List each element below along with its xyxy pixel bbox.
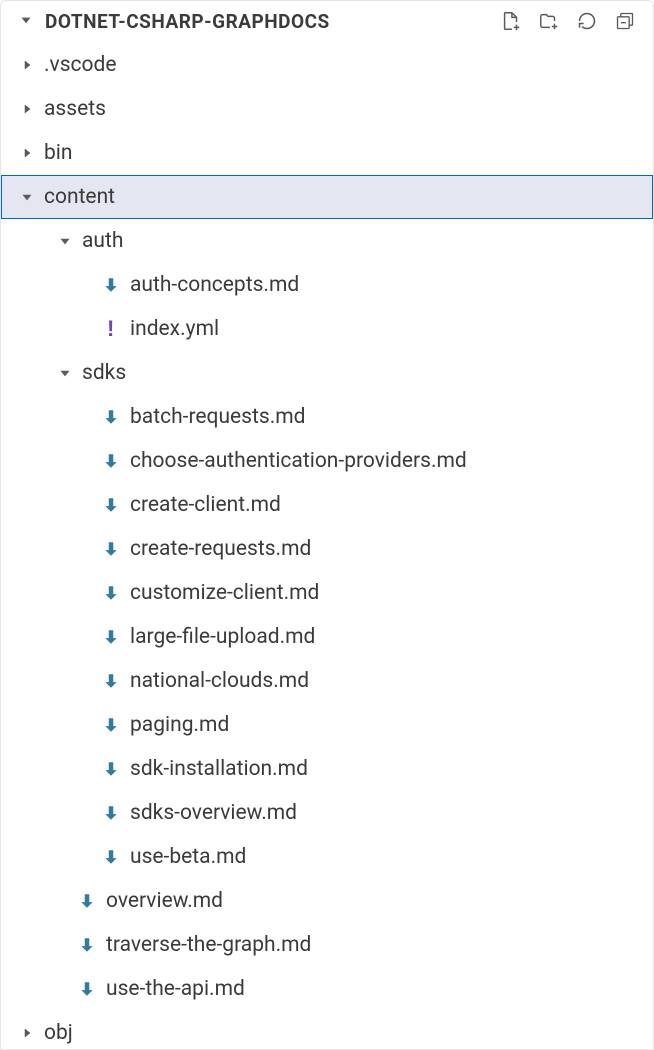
file-label: traverse-the-graph.md <box>106 933 311 957</box>
file-explorer: DOTNET-CSHARP-GRAPHDOCS .vscode assets bin… <box>0 0 654 1050</box>
file-row[interactable]: sdks-overview.md <box>1 791 653 835</box>
md-file-icon <box>100 802 122 824</box>
file-row[interactable]: overview.md <box>1 879 653 923</box>
file-label: sdk-installation.md <box>130 757 308 781</box>
folder-row[interactable]: bin <box>1 131 653 175</box>
file-row[interactable]: ! index.yml <box>1 307 653 351</box>
file-label: choose-authentication-providers.md <box>130 449 467 473</box>
yml-file-icon: ! <box>100 318 122 340</box>
explorer-header: DOTNET-CSHARP-GRAPHDOCS <box>1 1 653 41</box>
folder-row[interactable]: sdks <box>1 351 653 395</box>
file-row[interactable]: create-client.md <box>1 483 653 527</box>
md-file-icon <box>100 626 122 648</box>
md-file-icon <box>100 450 122 472</box>
file-label: index.yml <box>130 317 219 341</box>
folder-row[interactable]: .vscode <box>1 43 653 87</box>
chevron-down-icon[interactable] <box>15 10 37 32</box>
md-file-icon <box>100 274 122 296</box>
md-file-icon <box>100 406 122 428</box>
file-label: create-client.md <box>130 493 281 517</box>
file-label: use-beta.md <box>130 845 246 869</box>
new-file-icon[interactable] <box>499 9 523 33</box>
md-file-icon <box>76 978 98 1000</box>
md-file-icon <box>100 758 122 780</box>
file-row[interactable]: customize-client.md <box>1 571 653 615</box>
folder-label: assets <box>38 97 106 121</box>
folder-label: content <box>38 185 115 209</box>
file-label: sdks-overview.md <box>130 801 297 825</box>
folder-row[interactable]: obj <box>1 1011 653 1050</box>
chevron-down-icon[interactable] <box>16 186 38 208</box>
folder-label: auth <box>76 229 123 253</box>
file-tree: .vscode assets bin content auth auth-concepts… <box>1 41 653 1050</box>
file-row[interactable]: paging.md <box>1 703 653 747</box>
file-row[interactable]: sdk-installation.md <box>1 747 653 791</box>
file-row[interactable]: use-the-api.md <box>1 967 653 1011</box>
file-row[interactable]: use-beta.md <box>1 835 653 879</box>
file-label: use-the-api.md <box>106 977 245 1001</box>
md-file-icon <box>100 714 122 736</box>
file-row[interactable]: create-requests.md <box>1 527 653 571</box>
project-title: DOTNET-CSHARP-GRAPHDOCS <box>41 10 495 33</box>
file-label: auth-concepts.md <box>130 273 299 297</box>
svg-text:!: ! <box>107 318 114 340</box>
file-row[interactable]: national-clouds.md <box>1 659 653 703</box>
md-file-icon <box>100 582 122 604</box>
file-row[interactable]: batch-requests.md <box>1 395 653 439</box>
chevron-right-icon[interactable] <box>16 98 38 120</box>
chevron-right-icon[interactable] <box>16 54 38 76</box>
chevron-down-icon[interactable] <box>54 230 76 252</box>
md-file-icon <box>100 670 122 692</box>
md-file-icon <box>100 494 122 516</box>
new-folder-icon[interactable] <box>537 9 561 33</box>
file-label: overview.md <box>106 889 223 913</box>
md-file-icon <box>76 890 98 912</box>
file-label: large-file-upload.md <box>130 625 315 649</box>
file-label: paging.md <box>130 713 229 737</box>
chevron-right-icon[interactable] <box>16 142 38 164</box>
refresh-icon[interactable] <box>575 9 599 33</box>
chevron-right-icon[interactable] <box>16 1022 38 1044</box>
file-row[interactable]: traverse-the-graph.md <box>1 923 653 967</box>
folder-row[interactable]: auth <box>1 219 653 263</box>
file-row[interactable]: choose-authentication-providers.md <box>1 439 653 483</box>
file-label: create-requests.md <box>130 537 311 561</box>
folder-row[interactable]: assets <box>1 87 653 131</box>
file-label: national-clouds.md <box>130 669 309 693</box>
folder-label: bin <box>38 141 73 165</box>
chevron-down-icon[interactable] <box>54 362 76 384</box>
folder-label: obj <box>38 1021 73 1045</box>
header-actions <box>499 9 643 33</box>
folder-label: sdks <box>76 361 126 385</box>
md-file-icon <box>76 934 98 956</box>
folder-label: .vscode <box>38 53 117 77</box>
md-file-icon <box>100 538 122 560</box>
file-row[interactable]: auth-concepts.md <box>1 263 653 307</box>
folder-row[interactable]: content <box>1 175 653 219</box>
collapse-all-icon[interactable] <box>613 9 637 33</box>
file-label: batch-requests.md <box>130 405 306 429</box>
md-file-icon <box>100 846 122 868</box>
file-label: customize-client.md <box>130 581 319 605</box>
file-row[interactable]: large-file-upload.md <box>1 615 653 659</box>
